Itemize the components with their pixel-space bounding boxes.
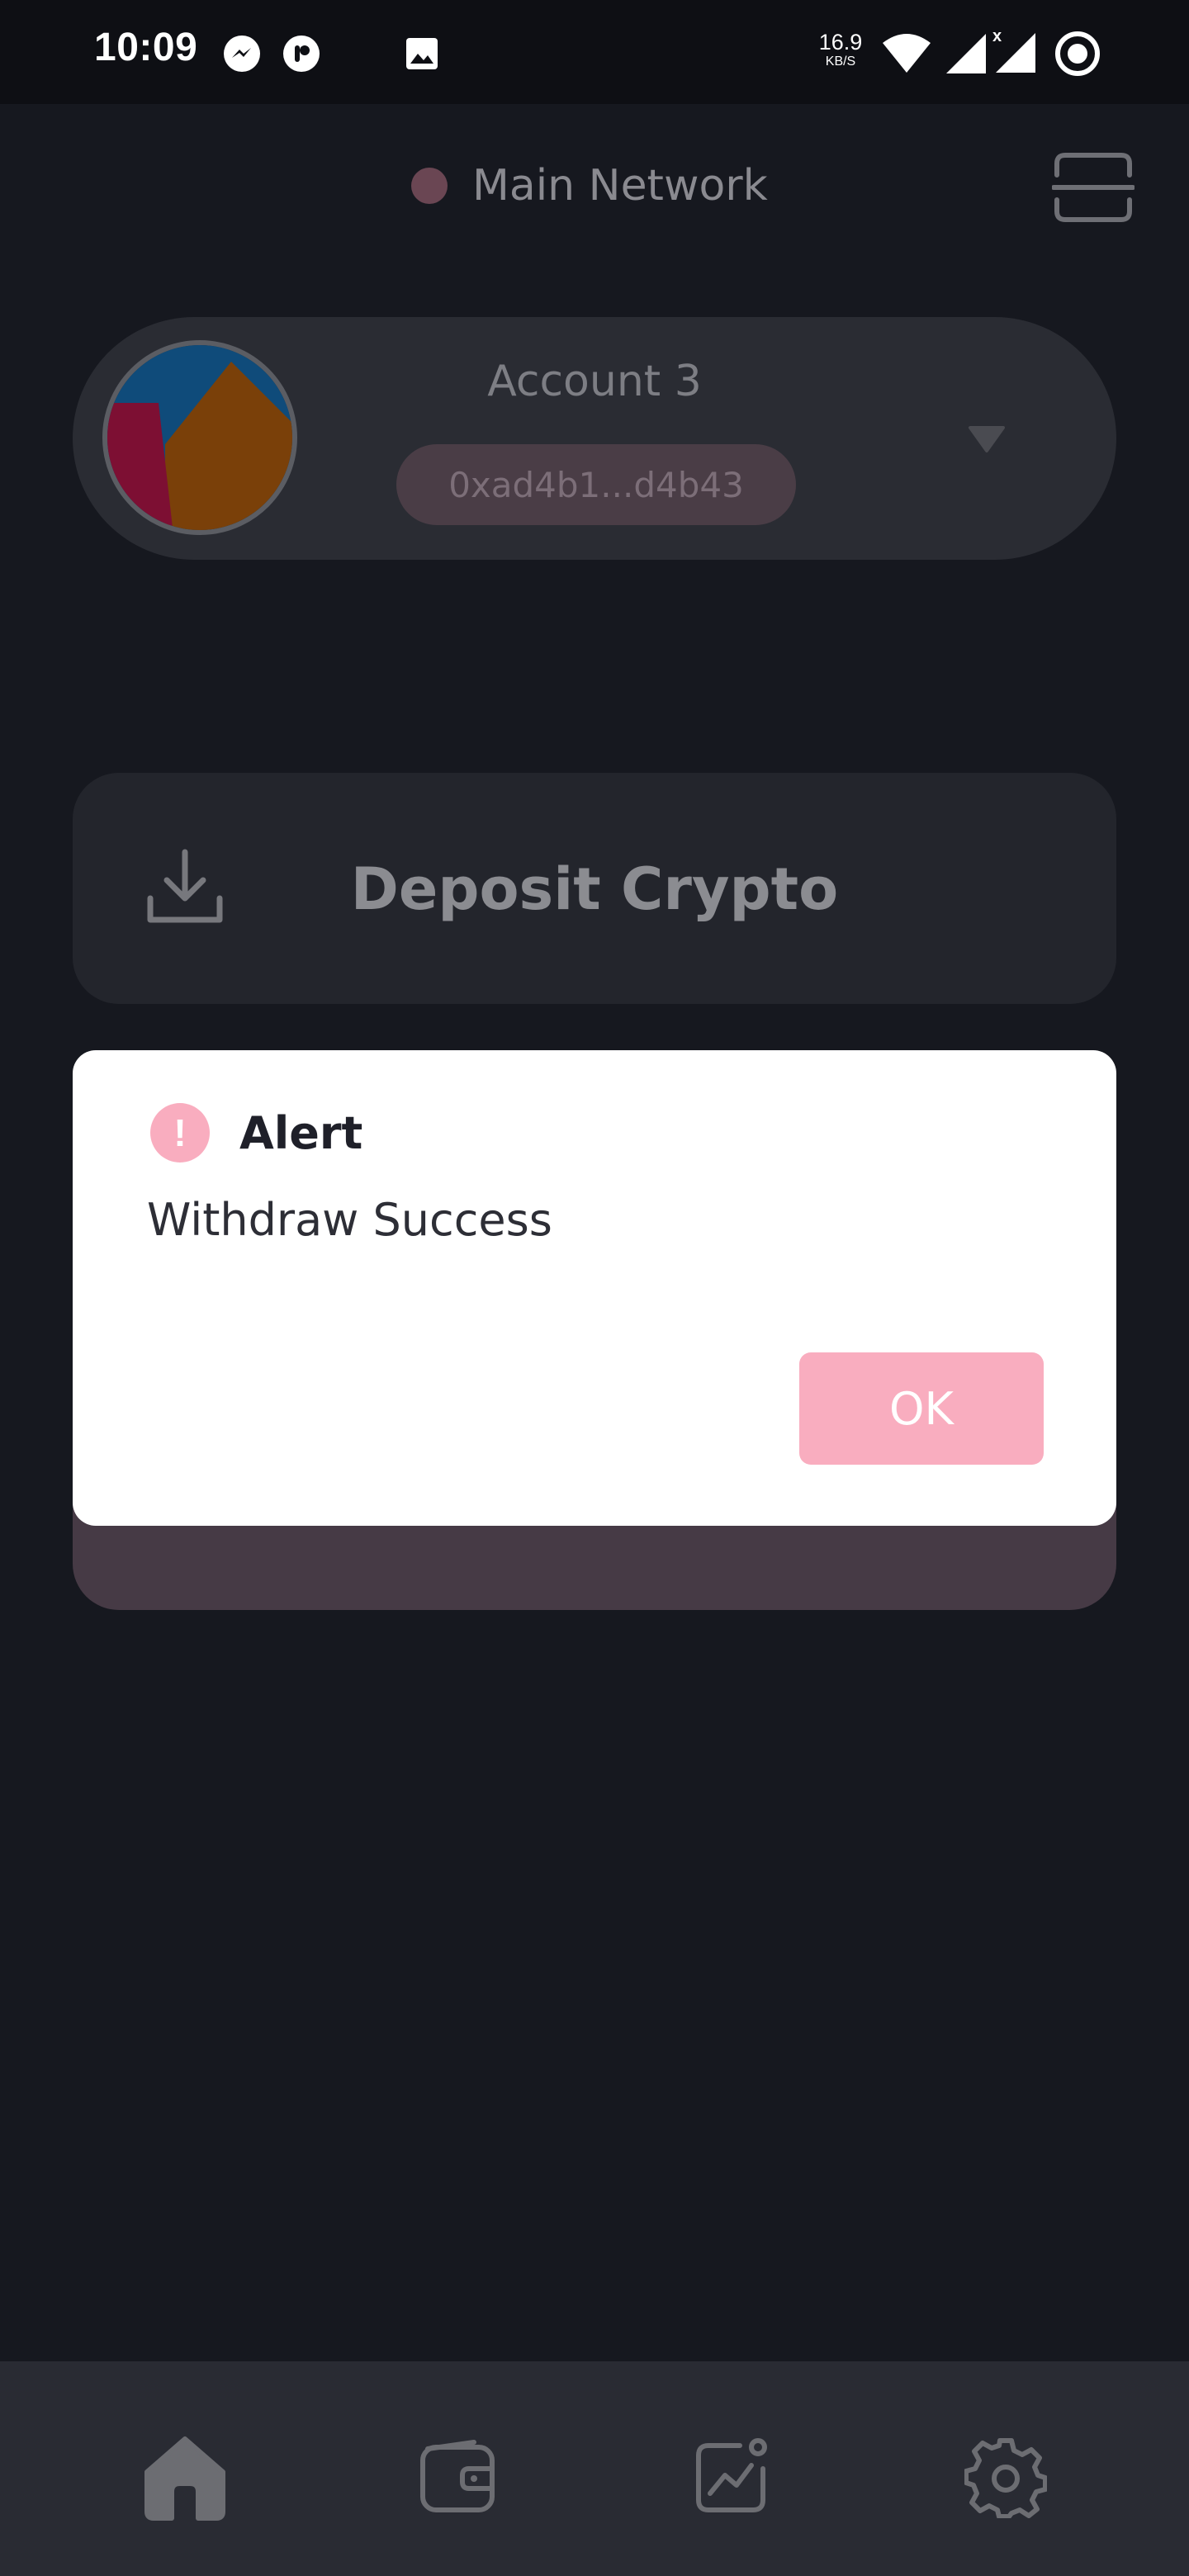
network-selector[interactable]: Main Network	[411, 159, 768, 213]
ok-button[interactable]: OK	[799, 1352, 1044, 1465]
record-icon	[1054, 30, 1101, 78]
alert-dialog: ! Alert Withdraw Success OK	[73, 1050, 1116, 1526]
dialog-message: Withdraw Success	[147, 1194, 552, 1246]
exclamation-icon: !	[150, 1103, 210, 1163]
dialog-title: Alert	[239, 1106, 363, 1159]
account-address[interactable]: 0xad4b1...d4b43	[396, 444, 796, 525]
settings-icon[interactable]	[956, 2427, 1055, 2526]
gallery-icon	[403, 35, 441, 73]
deposit-label: Deposit Crypto	[350, 855, 839, 923]
status-time: 10:09	[94, 26, 198, 69]
network-label: Main Network	[472, 161, 768, 211]
account-card[interactable]: Account 3 0xad4b1...d4b43	[73, 317, 1116, 560]
wallet-icon[interactable]	[408, 2427, 507, 2526]
wifi-icon	[880, 30, 933, 76]
status-bar: 10:09 16.9 KB/S x	[0, 0, 1189, 104]
account-name: Account 3	[487, 357, 702, 406]
bottom-nav	[0, 2361, 1189, 2576]
signal-icon	[943, 31, 989, 76]
messenger-icon	[221, 33, 263, 74]
scan-icon[interactable]	[1051, 150, 1135, 225]
pocketcasts-icon	[281, 33, 322, 74]
chart-icon[interactable]	[682, 2427, 781, 2526]
svg-text:x: x	[992, 27, 1002, 45]
signal-no-data-icon: x	[991, 25, 1037, 76]
network-speed-unit: KB/S	[825, 54, 856, 69]
network-status-dot	[411, 168, 448, 204]
chevron-down-icon[interactable]	[966, 423, 1007, 456]
home-icon[interactable]	[135, 2427, 234, 2526]
network-speed-value: 16.9	[818, 30, 863, 54]
dialog-header: ! Alert	[150, 1103, 362, 1163]
deposit-crypto-button[interactable]: Deposit Crypto	[73, 773, 1116, 1004]
network-speed: 16.9 KB/S	[816, 31, 865, 69]
